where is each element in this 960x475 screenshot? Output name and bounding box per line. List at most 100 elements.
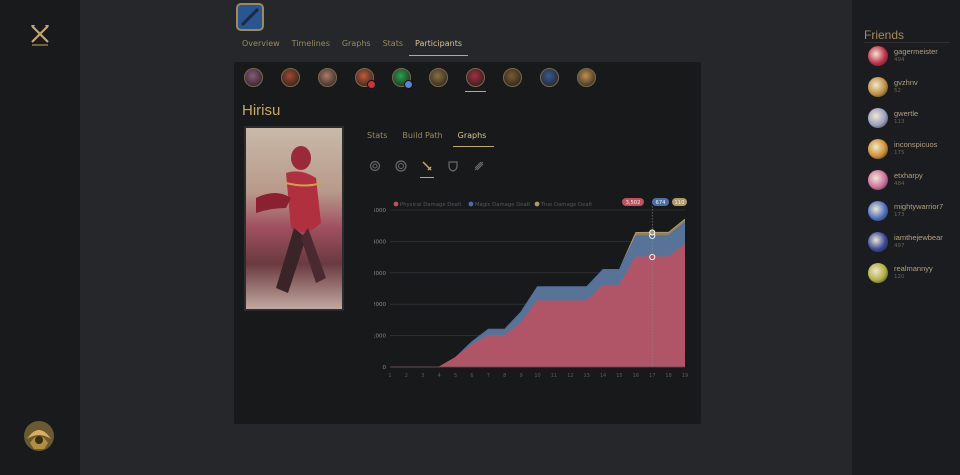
- legend-swatch: [534, 201, 540, 207]
- friend-name: realmannyy: [894, 264, 933, 273]
- champion-portrait-2[interactable]: [281, 68, 300, 87]
- legend-label: Magic Damage Dealt: [475, 202, 530, 208]
- x-tick-label: 16: [633, 373, 639, 379]
- player-name: Hirisu: [242, 102, 281, 119]
- hover-point: [649, 253, 656, 261]
- champion-portrait-6[interactable]: [429, 68, 448, 87]
- friend-avatar: [868, 108, 888, 128]
- y-tick-label: 5000: [374, 208, 386, 214]
- friend-item[interactable]: etxharpy 484: [868, 170, 958, 194]
- x-tick-label: 4: [438, 373, 441, 379]
- champion-portrait-1[interactable]: [244, 68, 263, 87]
- champion-portrait-3[interactable]: [318, 68, 337, 87]
- champion-portrait-4[interactable]: [355, 68, 376, 89]
- friend-avatar: [868, 232, 888, 252]
- hover-value-label: 674: [656, 200, 667, 206]
- x-tick-label: 6: [470, 373, 473, 379]
- match-tabs: Overview Timelines Graphs Stats Particip…: [236, 36, 468, 56]
- graph-type-selector: [368, 159, 498, 178]
- tab-participants[interactable]: Participants: [409, 36, 468, 56]
- heal-icon[interactable]: [472, 159, 486, 173]
- x-tick-label: 5: [454, 373, 457, 379]
- champion-portrait-7[interactable]: [465, 68, 486, 92]
- friend-name: gwertle: [894, 109, 919, 118]
- detail-tabs: Stats Build Path Graphs: [362, 129, 496, 147]
- x-tick-label: 8: [503, 373, 506, 379]
- status-badge-icon: [367, 80, 376, 89]
- rank-emblem-icon[interactable]: [22, 419, 56, 453]
- target-icon[interactable]: [394, 159, 408, 173]
- shield-icon[interactable]: [446, 159, 460, 173]
- tab-timelines[interactable]: Timelines: [286, 36, 336, 56]
- friend-level: 113: [894, 119, 905, 125]
- champion-portrait-10[interactable]: [577, 68, 596, 87]
- x-tick-label: 15: [616, 373, 622, 379]
- champion-portrait-9[interactable]: [540, 68, 559, 87]
- tab-graphs[interactable]: Graphs: [336, 36, 377, 56]
- friends-title: Friends: [864, 28, 905, 42]
- friend-level: 494: [894, 57, 905, 63]
- y-tick-label: 2000: [374, 302, 386, 308]
- x-tick-label: 2: [405, 373, 408, 379]
- friend-avatar: [868, 77, 888, 97]
- friend-name: iamthejewbear: [894, 233, 943, 242]
- friend-level: 120: [894, 274, 905, 280]
- friend-item[interactable]: inconspicuos 175: [868, 139, 958, 163]
- tab-stats[interactable]: Stats: [377, 36, 409, 56]
- participant-list: [244, 68, 614, 92]
- gold-icon[interactable]: [368, 159, 382, 173]
- friend-level: 173: [894, 212, 905, 218]
- friend-item[interactable]: gwertle 113: [868, 108, 958, 132]
- hover-value-label: 3,502: [626, 200, 641, 206]
- y-tick-label: 1000: [374, 334, 386, 340]
- x-tick-label: 18: [665, 373, 671, 379]
- crossed-swords-icon[interactable]: [28, 22, 52, 46]
- damage-chart: 0100020003000400050001234567891011121314…: [374, 198, 688, 379]
- x-tick-label: 10: [534, 373, 540, 379]
- x-tick-label: 3: [421, 373, 424, 379]
- friend-level: 175: [894, 150, 905, 156]
- friend-item[interactable]: realmannyy 120: [868, 263, 958, 287]
- y-tick-label: 0: [383, 365, 387, 371]
- divider: [864, 42, 950, 43]
- friend-item[interactable]: mightywarrior7 173: [868, 201, 958, 225]
- friend-avatar: [868, 263, 888, 283]
- hover-point: [649, 229, 656, 236]
- tab-detail-graphs[interactable]: Graphs: [452, 129, 495, 147]
- friend-item[interactable]: gvzhnv 52: [868, 77, 958, 101]
- tab-overview[interactable]: Overview: [236, 36, 286, 56]
- participant-panel: Hirisu Stats Build Path Graphs 0 000 000…: [234, 62, 701, 424]
- legend-swatch: [468, 201, 474, 207]
- friend-avatar: [868, 139, 888, 159]
- profile-avatar[interactable]: [236, 3, 264, 31]
- x-tick-label: 13: [583, 373, 589, 379]
- friend-name: inconspicuos: [894, 140, 938, 149]
- legend-swatch: [393, 201, 399, 207]
- left-sidebar: [0, 0, 80, 475]
- hover-value-label: 110: [675, 200, 685, 206]
- x-tick-label: 11: [551, 373, 557, 379]
- x-tick-label: 9: [520, 373, 523, 379]
- friend-item[interactable]: iamthejewbear 497: [868, 232, 958, 256]
- x-tick-label: 17: [649, 373, 655, 379]
- friend-name: gvzhnv: [894, 78, 918, 87]
- x-tick-label: 1: [388, 373, 391, 379]
- friend-avatar: [868, 46, 888, 66]
- friend-level: 484: [894, 181, 905, 187]
- friend-level: 497: [894, 243, 905, 249]
- tab-build-path[interactable]: Build Path: [397, 129, 450, 147]
- legend-label: Physical Damage Dealt: [400, 202, 461, 208]
- friend-avatar: [868, 201, 888, 221]
- tab-detail-stats[interactable]: Stats: [362, 129, 395, 147]
- series-area: [390, 244, 685, 367]
- friend-item[interactable]: gagermeister 494: [868, 46, 958, 70]
- sword-icon[interactable]: [420, 159, 434, 178]
- friend-avatar: [868, 170, 888, 190]
- y-tick-label: 4000: [374, 239, 386, 245]
- friend-name: etxharpy: [894, 171, 923, 180]
- champion-portrait-5[interactable]: [392, 68, 413, 89]
- friend-name: gagermeister: [894, 47, 938, 56]
- champion-portrait-8[interactable]: [503, 68, 522, 87]
- legend-label: True Damage Dealt: [540, 202, 592, 208]
- x-tick-label: 14: [600, 373, 606, 379]
